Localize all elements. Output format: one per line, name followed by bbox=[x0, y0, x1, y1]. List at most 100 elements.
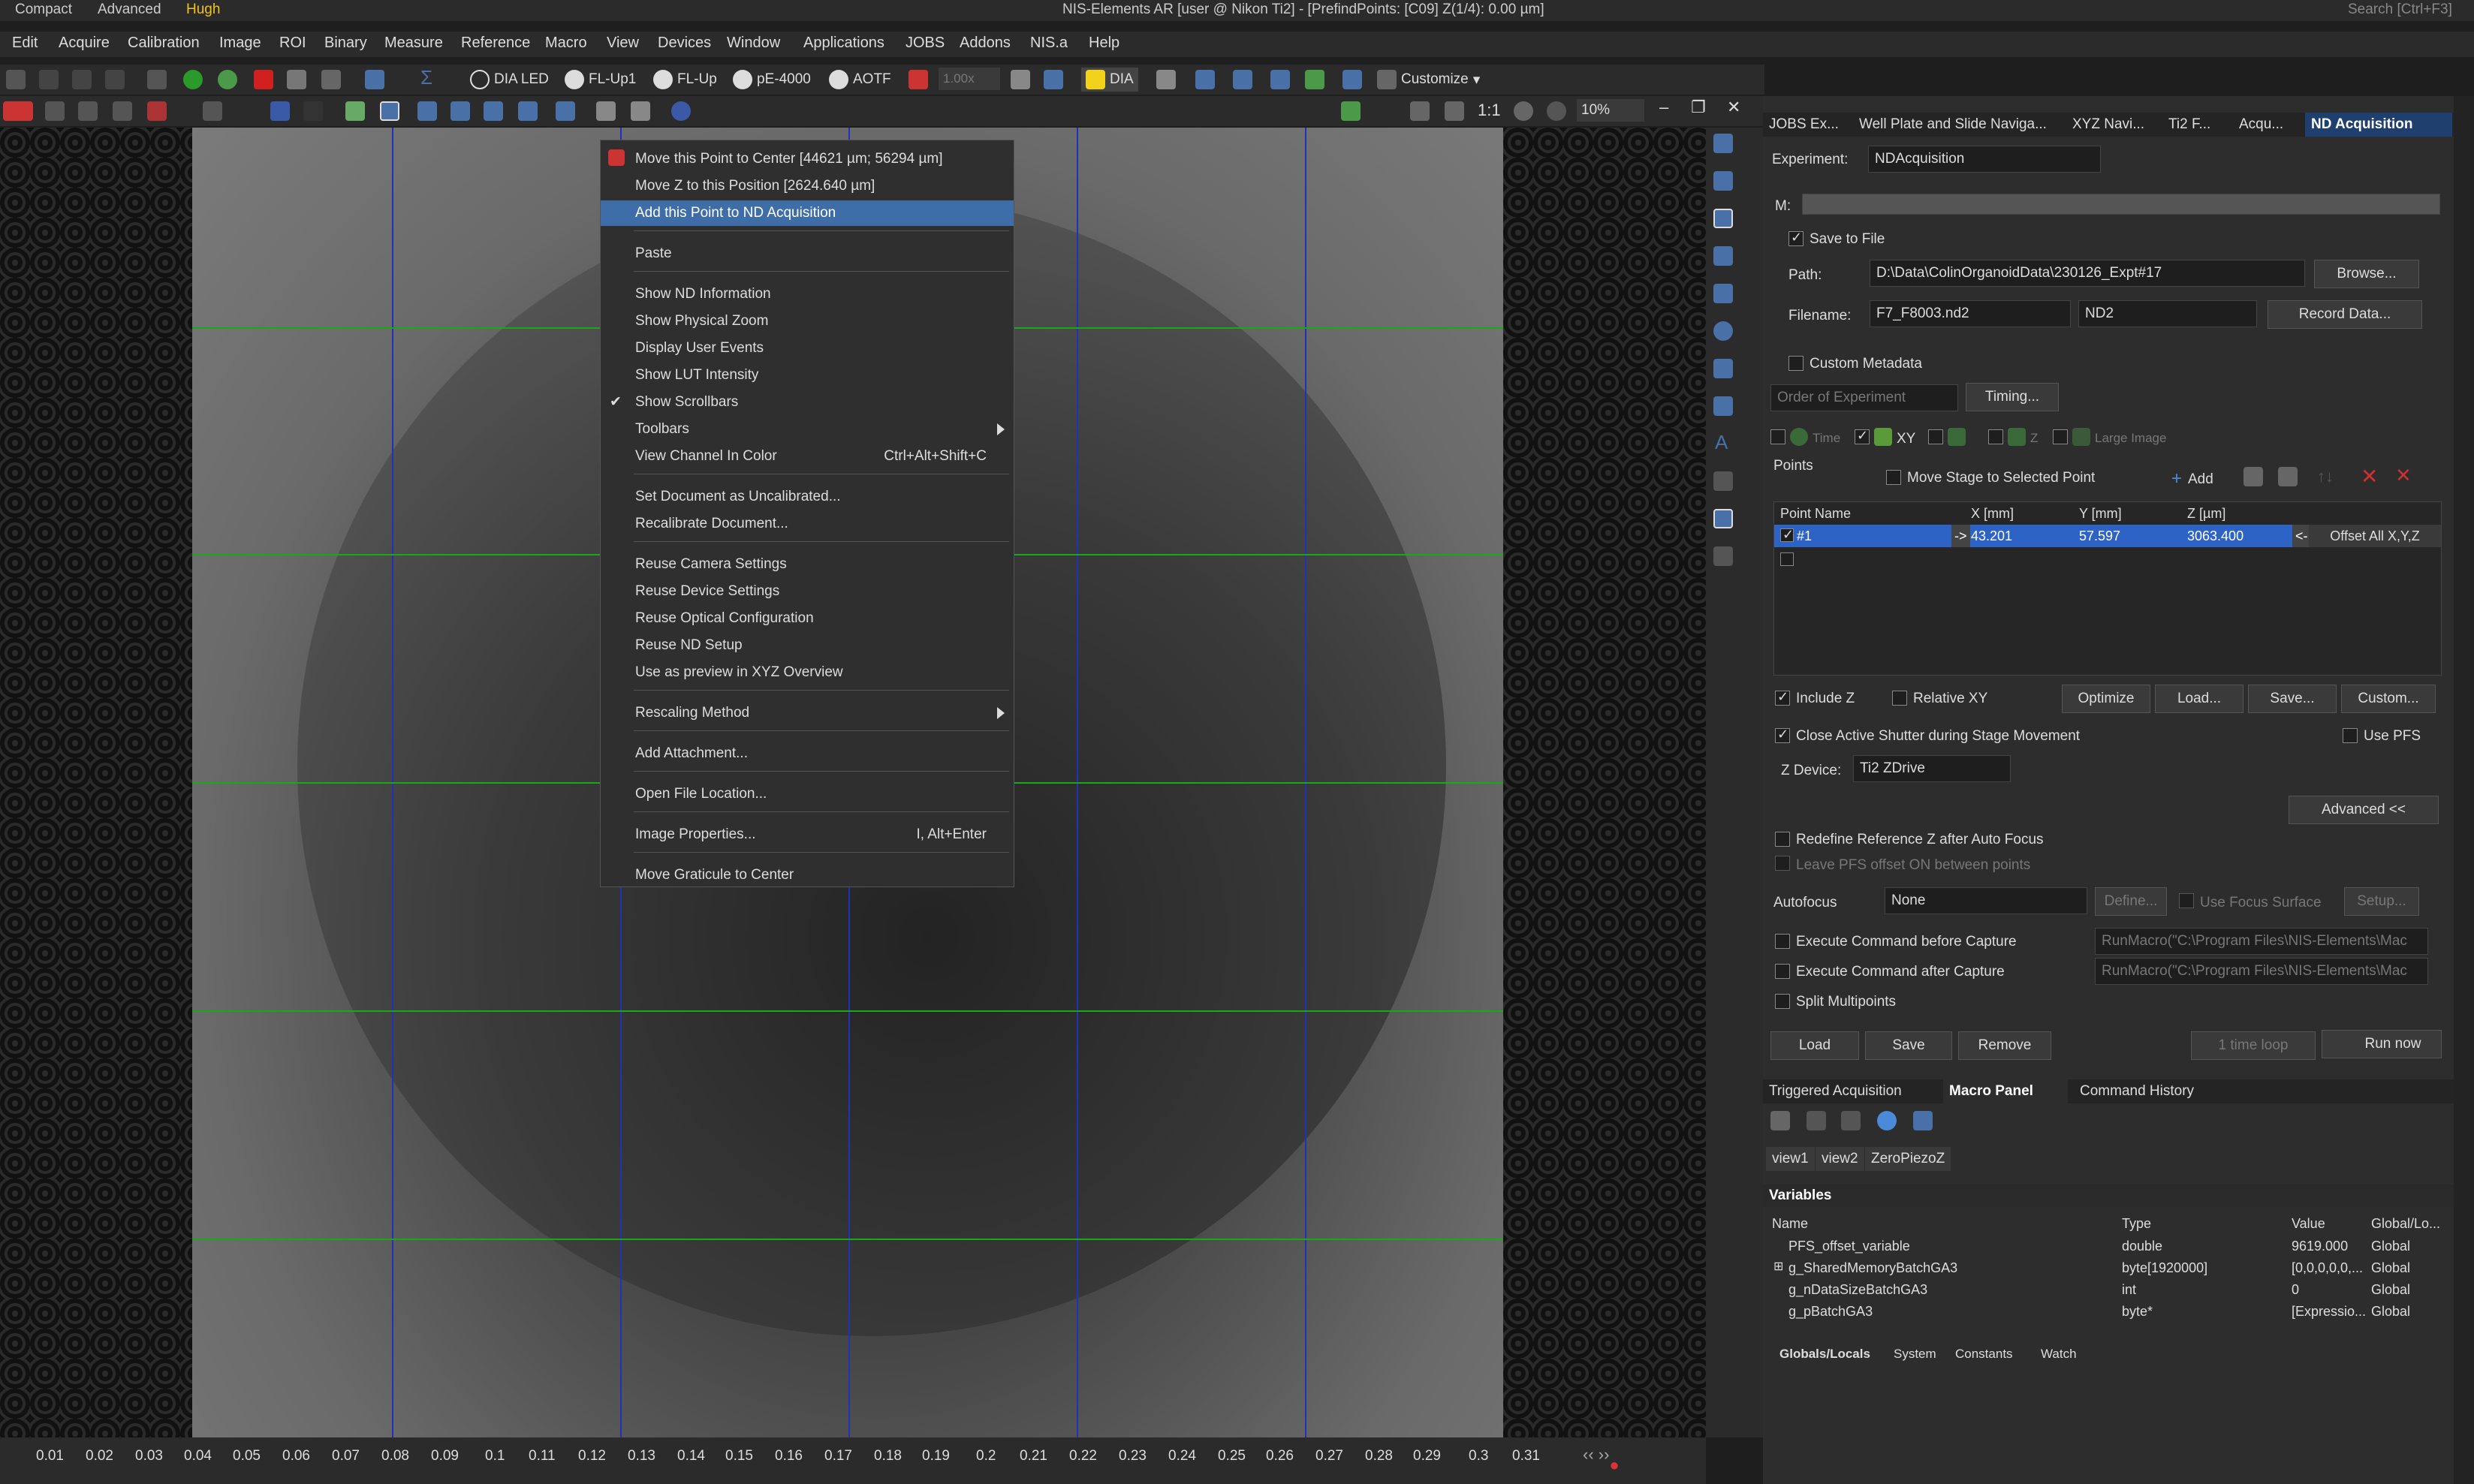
tab-well-plate[interactable]: Well Plate and Slide Naviga... bbox=[1853, 113, 2066, 137]
autofocus-select[interactable]: None bbox=[1885, 887, 2087, 914]
column-point-name[interactable]: Point Name bbox=[1780, 502, 1851, 525]
point-name[interactable]: #1 bbox=[1797, 525, 1812, 547]
large-image-checkbox[interactable] bbox=[2053, 429, 2068, 444]
time-checkbox[interactable] bbox=[1770, 429, 1785, 444]
point-y[interactable]: 57.597 bbox=[2079, 525, 2120, 547]
table-row[interactable]: g_pBatchGA3 byte* [Expressio... Global bbox=[1770, 1301, 2446, 1323]
menu-view[interactable]: View bbox=[607, 35, 639, 52]
order-of-experiment-select[interactable]: Order of Experiment bbox=[1770, 384, 1958, 411]
menu-image[interactable]: Image bbox=[219, 35, 261, 52]
tab-watch[interactable]: Watch bbox=[2041, 1347, 2077, 1362]
copy-icon[interactable] bbox=[2243, 467, 2263, 486]
on-toggle-icon[interactable] bbox=[3, 101, 33, 121]
column-z[interactable]: Z [µm] bbox=[2187, 502, 2225, 525]
delete-icon[interactable]: ✕ bbox=[2361, 464, 2378, 489]
include-z-checkbox[interactable] bbox=[1775, 689, 1790, 706]
save-button[interactable]: Save bbox=[1865, 1031, 1952, 1060]
z-device-select[interactable]: Ti2 ZDrive bbox=[1853, 755, 2011, 782]
view-3d-icon[interactable] bbox=[518, 101, 538, 121]
menu-item-reuse-nd[interactable]: Reuse ND Setup bbox=[601, 633, 1014, 658]
tab-globals-locals[interactable]: Globals/Locals bbox=[1779, 1347, 1870, 1362]
menu-item-toolbars[interactable]: Toolbars bbox=[601, 417, 1014, 442]
histogram-icon[interactable] bbox=[345, 101, 365, 121]
menu-binary[interactable]: Binary bbox=[324, 35, 367, 52]
remove-button[interactable]: Remove bbox=[1958, 1031, 2051, 1060]
tab-acquisition[interactable]: Acqu... bbox=[2233, 113, 2305, 137]
menu-item-move-z[interactable]: Move Z to this Position [2624.640 µm] bbox=[601, 173, 1014, 199]
offset-all-button[interactable]: Offset All X,Y,Z bbox=[2309, 525, 2441, 547]
profile-icon[interactable] bbox=[1713, 396, 1733, 416]
menu-addons[interactable]: Addons bbox=[960, 35, 1011, 52]
close-icon[interactable]: ✕ bbox=[1727, 98, 1740, 117]
expand-icon[interactable]: ⊞ bbox=[1773, 1259, 1783, 1274]
menu-item-display-user-events[interactable]: Display User Events bbox=[601, 336, 1014, 361]
wave-tool-icon[interactable] bbox=[1713, 359, 1733, 378]
time-loop-button[interactable]: 1 time loop bbox=[2191, 1031, 2316, 1060]
macro-view1[interactable]: view1 bbox=[1766, 1147, 1815, 1171]
point-z[interactable]: 3063.400 bbox=[2187, 525, 2243, 547]
run-macro-icon[interactable] bbox=[1913, 1111, 1933, 1130]
menu-window[interactable]: Window bbox=[727, 35, 780, 52]
aotf-toggle[interactable]: AOTF bbox=[829, 68, 891, 92]
mode-compact[interactable]: Compact bbox=[15, 2, 72, 18]
globe-icon[interactable] bbox=[1305, 70, 1324, 89]
menu-item-open-file-location[interactable]: Open File Location... bbox=[601, 781, 1014, 807]
zoom-in-icon[interactable] bbox=[1514, 101, 1533, 121]
tab-ti2[interactable]: Ti2 F... bbox=[2162, 113, 2233, 137]
menu-item-add-point-nd[interactable]: Add this Point to ND Acquisition bbox=[601, 200, 1014, 226]
menu-item-image-properties[interactable]: Image Properties... I, Alt+Enter bbox=[601, 822, 1014, 847]
grid-icon[interactable] bbox=[1713, 209, 1733, 228]
use-focus-surface-checkbox[interactable] bbox=[2179, 893, 2194, 908]
z-checkbox[interactable] bbox=[1988, 429, 2003, 444]
paste-icon[interactable] bbox=[2278, 467, 2298, 486]
get-position-icon[interactable]: <- bbox=[2292, 525, 2311, 547]
laser-icon[interactable] bbox=[1195, 70, 1215, 89]
view-slice-icon[interactable] bbox=[451, 101, 470, 121]
table-row[interactable]: ⊞ g_SharedMemoryBatchGA3 byte[1920000] [… bbox=[1770, 1257, 2446, 1279]
view-single-icon[interactable] bbox=[380, 101, 399, 121]
leave-pfs-checkbox[interactable] bbox=[1775, 856, 1790, 871]
tab-macro-panel[interactable]: Macro Panel bbox=[1943, 1079, 2068, 1103]
sync-icon[interactable] bbox=[671, 101, 691, 121]
ellipse-icon[interactable] bbox=[1713, 321, 1733, 341]
curve-icon[interactable] bbox=[78, 101, 98, 121]
add-icon[interactable]: + bbox=[2171, 468, 2182, 489]
exec-before-field[interactable]: RunMacro("C:\Program Files\NIS-Elements\… bbox=[2095, 928, 2428, 955]
menu-help[interactable]: Help bbox=[1089, 35, 1119, 52]
zoom-ratio[interactable]: 1:1 bbox=[1478, 101, 1501, 120]
exec-before-checkbox[interactable] bbox=[1775, 934, 1790, 949]
menu-item-paste[interactable]: Paste bbox=[601, 241, 1014, 266]
close-shutter-checkbox[interactable] bbox=[1775, 727, 1790, 743]
menu-item-move-center[interactable]: Move this Point to Center [44621 µm; 562… bbox=[601, 146, 1014, 172]
save-to-file-checkbox[interactable] bbox=[1788, 230, 1804, 246]
tab-command-history[interactable]: Command History bbox=[2074, 1079, 2239, 1103]
menu-item-reuse-optical[interactable]: Reuse Optical Configuration bbox=[601, 606, 1014, 631]
function-icon[interactable] bbox=[1807, 1111, 1826, 1130]
move-to-point-icon[interactable]: -> bbox=[1951, 525, 1970, 547]
menu-calibration[interactable]: Calibration bbox=[128, 35, 200, 52]
graph-icon[interactable] bbox=[1342, 70, 1362, 89]
load-points-button[interactable]: Load... bbox=[2155, 685, 2243, 713]
snap-icon[interactable] bbox=[321, 70, 341, 89]
menu-item-show-scrollbars[interactable]: ✔ Show Scrollbars bbox=[601, 390, 1014, 415]
menu-roi[interactable]: ROI bbox=[279, 35, 306, 52]
exec-after-checkbox[interactable] bbox=[1775, 964, 1790, 979]
timing-button[interactable]: Timing... bbox=[1966, 383, 2059, 411]
filename-field[interactable]: F7_F8003.nd2 bbox=[1870, 300, 2071, 327]
tab-nd-acquisition[interactable]: ND Acquisition bbox=[2305, 113, 2452, 137]
settings-gear-icon[interactable] bbox=[1877, 1111, 1897, 1130]
move-up-down-icon[interactable]: ↑↓ bbox=[2317, 467, 2334, 486]
minimize-icon[interactable]: – bbox=[1659, 98, 1668, 117]
annotation-icon[interactable] bbox=[1713, 471, 1733, 491]
table-row[interactable] bbox=[1774, 549, 2441, 571]
view-tile-icon[interactable] bbox=[484, 101, 503, 121]
menu-item-show-nd-info[interactable]: Show ND Information bbox=[601, 281, 1014, 307]
menu-acquire[interactable]: Acquire bbox=[59, 35, 110, 52]
tab-xyz-navigation[interactable]: XYZ Navi... bbox=[2066, 113, 2162, 137]
menu-item-recalibrate[interactable]: Recalibrate Document... bbox=[601, 511, 1014, 537]
tab-variables[interactable]: Variables bbox=[1763, 1184, 1838, 1207]
menu-reference[interactable]: Reference bbox=[461, 35, 530, 52]
stop-icon[interactable] bbox=[254, 70, 273, 89]
layers-icon[interactable] bbox=[596, 101, 616, 121]
view-volume-icon[interactable] bbox=[556, 101, 575, 121]
